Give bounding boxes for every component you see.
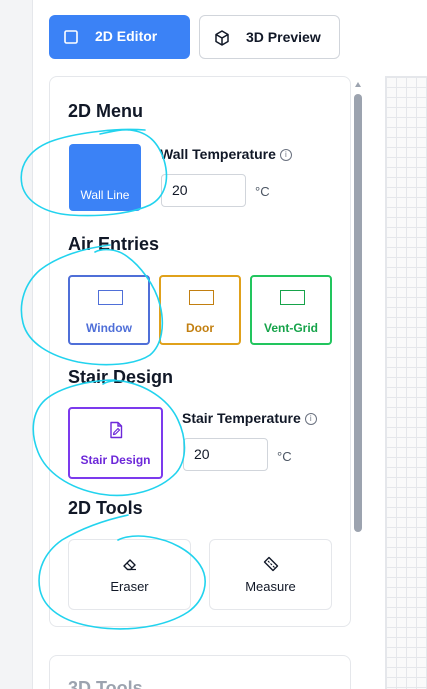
stair-design-button-label: Stair Design — [80, 453, 151, 467]
stair-temperature-text: Stair Temperature — [182, 410, 301, 426]
wall-temperature-text: Wall Temperature — [160, 146, 276, 162]
tab-2d-editor[interactable]: 2D Editor — [49, 15, 190, 59]
file-edit-icon — [110, 421, 123, 439]
ruler-icon — [263, 556, 279, 572]
section-title-stair-design: Stair Design — [68, 367, 174, 387]
section-title-2d-menu: 2D Menu — [68, 101, 144, 121]
door-icon — [189, 290, 214, 305]
info-icon[interactable]: i — [279, 149, 292, 162]
wall-temperature-unit: °C — [255, 184, 270, 199]
air-entry-window-label: Window — [86, 321, 132, 335]
stair-temperature-label: Stair Temperature i — [182, 410, 317, 426]
section-title-2d-tools: 2D Tools — [68, 498, 143, 518]
wall-temperature-input[interactable]: 20 — [161, 174, 246, 207]
section-title-air-entries: Air Entries — [68, 234, 160, 254]
eraser-button[interactable]: Eraser — [68, 539, 191, 610]
measure-button[interactable]: Measure — [209, 539, 332, 610]
tab-3d-preview[interactable]: 3D Preview — [199, 15, 340, 59]
measure-label: Measure — [245, 579, 296, 594]
panel-scrollbar[interactable] — [352, 80, 364, 680]
window-icon — [98, 290, 123, 305]
square-icon — [64, 30, 78, 44]
air-entry-vent-grid-label: Vent-Grid — [263, 321, 318, 335]
wall-line-button[interactable]: Wall Line — [69, 144, 141, 211]
left-gutter — [0, 0, 32, 689]
wall-line-label: Wall Line — [80, 188, 130, 202]
air-entry-vent-grid-button[interactable]: Vent-Grid — [250, 275, 332, 345]
air-entry-door-button[interactable]: Door — [159, 275, 241, 345]
info-icon[interactable]: i — [304, 413, 317, 426]
eraser-icon — [123, 559, 136, 571]
tab-2d-editor-label: 2D Editor — [95, 28, 158, 44]
scroll-up-arrow-icon[interactable] — [355, 82, 361, 87]
editor-canvas-grid[interactable] — [385, 76, 427, 689]
menu-card-3d-tools: 3D Tools — [49, 655, 351, 689]
vent-grid-icon — [280, 290, 305, 305]
scrollbar-thumb[interactable] — [354, 94, 362, 532]
tab-3d-preview-label: 3D Preview — [246, 29, 321, 45]
wall-temperature-label: Wall Temperature i — [160, 146, 292, 162]
cube-icon — [215, 30, 229, 46]
section-title-3d-tools: 3D Tools — [68, 678, 143, 689]
stair-temperature-unit: °C — [277, 449, 292, 464]
stair-design-button[interactable]: Stair Design — [68, 407, 163, 479]
air-entry-door-label: Door — [186, 321, 214, 335]
eraser-label: Eraser — [110, 579, 149, 594]
air-entry-window-button[interactable]: Window — [68, 275, 150, 345]
stair-temperature-input[interactable]: 20 — [183, 438, 268, 471]
